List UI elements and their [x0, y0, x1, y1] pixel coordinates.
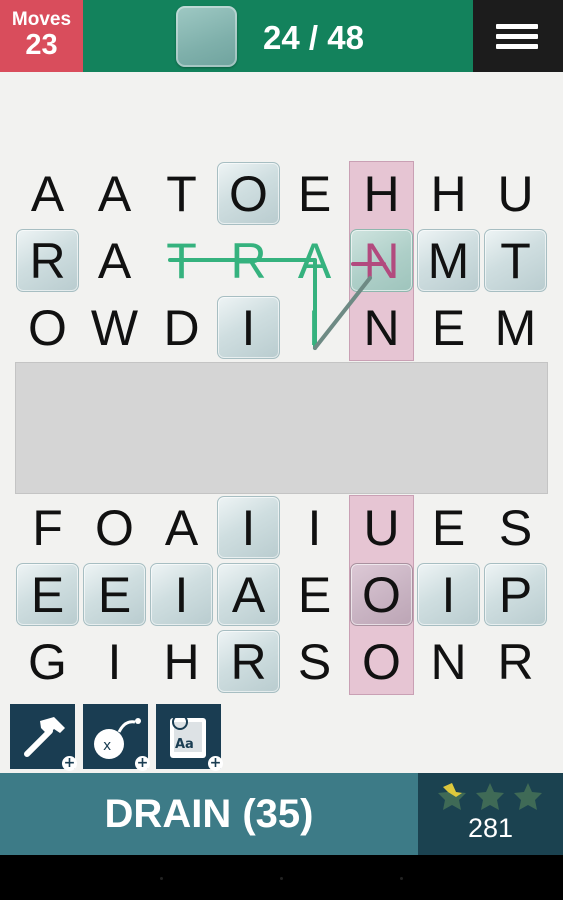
- progress-panel: 24 / 48: [83, 0, 473, 72]
- letter-tile[interactable]: A: [217, 563, 280, 626]
- top-bar: Moves 23 24 / 48: [0, 0, 563, 72]
- menu-icon: [496, 24, 538, 29]
- score-value: 281: [467, 813, 514, 843]
- dictionary-icon-text: Aa: [175, 737, 194, 752]
- letter-tile[interactable]: O: [16, 296, 79, 359]
- add-bomb-icon[interactable]: +: [135, 756, 150, 771]
- bomb-powerup-button[interactable]: x +: [83, 704, 150, 771]
- star-icon: [438, 783, 466, 810]
- letter-tile[interactable]: E: [16, 563, 79, 626]
- letter-tile[interactable]: R: [16, 229, 79, 292]
- letter-tile-selected[interactable]: I: [283, 296, 346, 359]
- menu-icon: [496, 34, 538, 39]
- cleared-row-gap: [15, 362, 548, 494]
- letter-tile[interactable]: N: [417, 630, 480, 693]
- letter-tile[interactable]: H: [417, 162, 480, 225]
- moves-counter: Moves 23: [0, 0, 83, 72]
- letter-tile[interactable]: E: [417, 496, 480, 559]
- letter-tile[interactable]: I: [217, 296, 280, 359]
- add-hammer-icon[interactable]: +: [62, 756, 77, 771]
- letter-tile[interactable]: O: [83, 496, 146, 559]
- star-icon: [514, 783, 542, 810]
- letter-tile[interactable]: T: [484, 229, 547, 292]
- letter-tile[interactable]: I: [417, 563, 480, 626]
- letter-tile[interactable]: I: [150, 563, 213, 626]
- moves-count: 23: [25, 29, 58, 61]
- letter-tile[interactable]: E: [417, 296, 480, 359]
- bonus-tile-slot[interactable]: [176, 6, 237, 67]
- letter-tile[interactable]: T: [150, 162, 213, 225]
- letter-tile[interactable]: A: [83, 162, 146, 225]
- letter-tile[interactable]: I: [83, 630, 146, 693]
- letter-tile[interactable]: R: [217, 630, 280, 693]
- letter-board: A A T O E H H U R A T R A N M T O W D I …: [0, 72, 563, 700]
- letter-tile-selected[interactable]: T: [150, 229, 213, 292]
- letter-tile[interactable]: O: [350, 563, 413, 626]
- letter-tile[interactable]: A: [83, 229, 146, 292]
- letter-tile[interactable]: H: [350, 162, 413, 225]
- letter-tile-selected[interactable]: N: [350, 229, 413, 292]
- moves-label: Moves: [11, 9, 72, 30]
- menu-icon: [496, 44, 538, 49]
- letter-tile[interactable]: U: [350, 496, 413, 559]
- letter-tile[interactable]: N: [350, 296, 413, 359]
- letter-tile[interactable]: W: [83, 296, 146, 359]
- word-progress-count: 24 / 48: [263, 19, 364, 56]
- star-icon: [476, 783, 504, 810]
- hammer-powerup-button[interactable]: +: [10, 704, 77, 771]
- letter-tile[interactable]: D: [150, 296, 213, 359]
- menu-button[interactable]: [473, 0, 563, 72]
- letter-tile[interactable]: U: [484, 162, 547, 225]
- letter-tile[interactable]: M: [484, 296, 547, 359]
- letter-tile[interactable]: S: [484, 496, 547, 559]
- letter-tile[interactable]: A: [16, 162, 79, 225]
- letter-tile[interactable]: S: [283, 630, 346, 693]
- letter-tile[interactable]: E: [283, 563, 346, 626]
- letter-tile[interactable]: G: [16, 630, 79, 693]
- letter-tile[interactable]: A: [150, 496, 213, 559]
- add-dictionary-icon[interactable]: +: [208, 756, 223, 771]
- letter-tile[interactable]: F: [16, 496, 79, 559]
- current-word-button[interactable]: DRAIN (35): [0, 773, 418, 855]
- score-panel: 281: [418, 773, 563, 855]
- letter-tile[interactable]: I: [283, 496, 346, 559]
- dictionary-powerup-button[interactable]: Aa +: [156, 704, 223, 771]
- letter-tile[interactable]: E: [283, 162, 346, 225]
- svg-text:x: x: [103, 738, 111, 754]
- letter-tile[interactable]: O: [217, 162, 280, 225]
- letter-tile[interactable]: P: [484, 563, 547, 626]
- letter-tile[interactable]: R: [484, 630, 547, 693]
- letter-tile[interactable]: H: [150, 630, 213, 693]
- system-nav-bar: [0, 855, 563, 900]
- letter-tile-selected[interactable]: R: [217, 229, 280, 292]
- letter-tile-selected[interactable]: A: [283, 229, 346, 292]
- letter-tile[interactable]: M: [417, 229, 480, 292]
- letter-tile[interactable]: I: [217, 496, 280, 559]
- letter-tile[interactable]: O: [350, 630, 413, 693]
- letter-tile[interactable]: E: [83, 563, 146, 626]
